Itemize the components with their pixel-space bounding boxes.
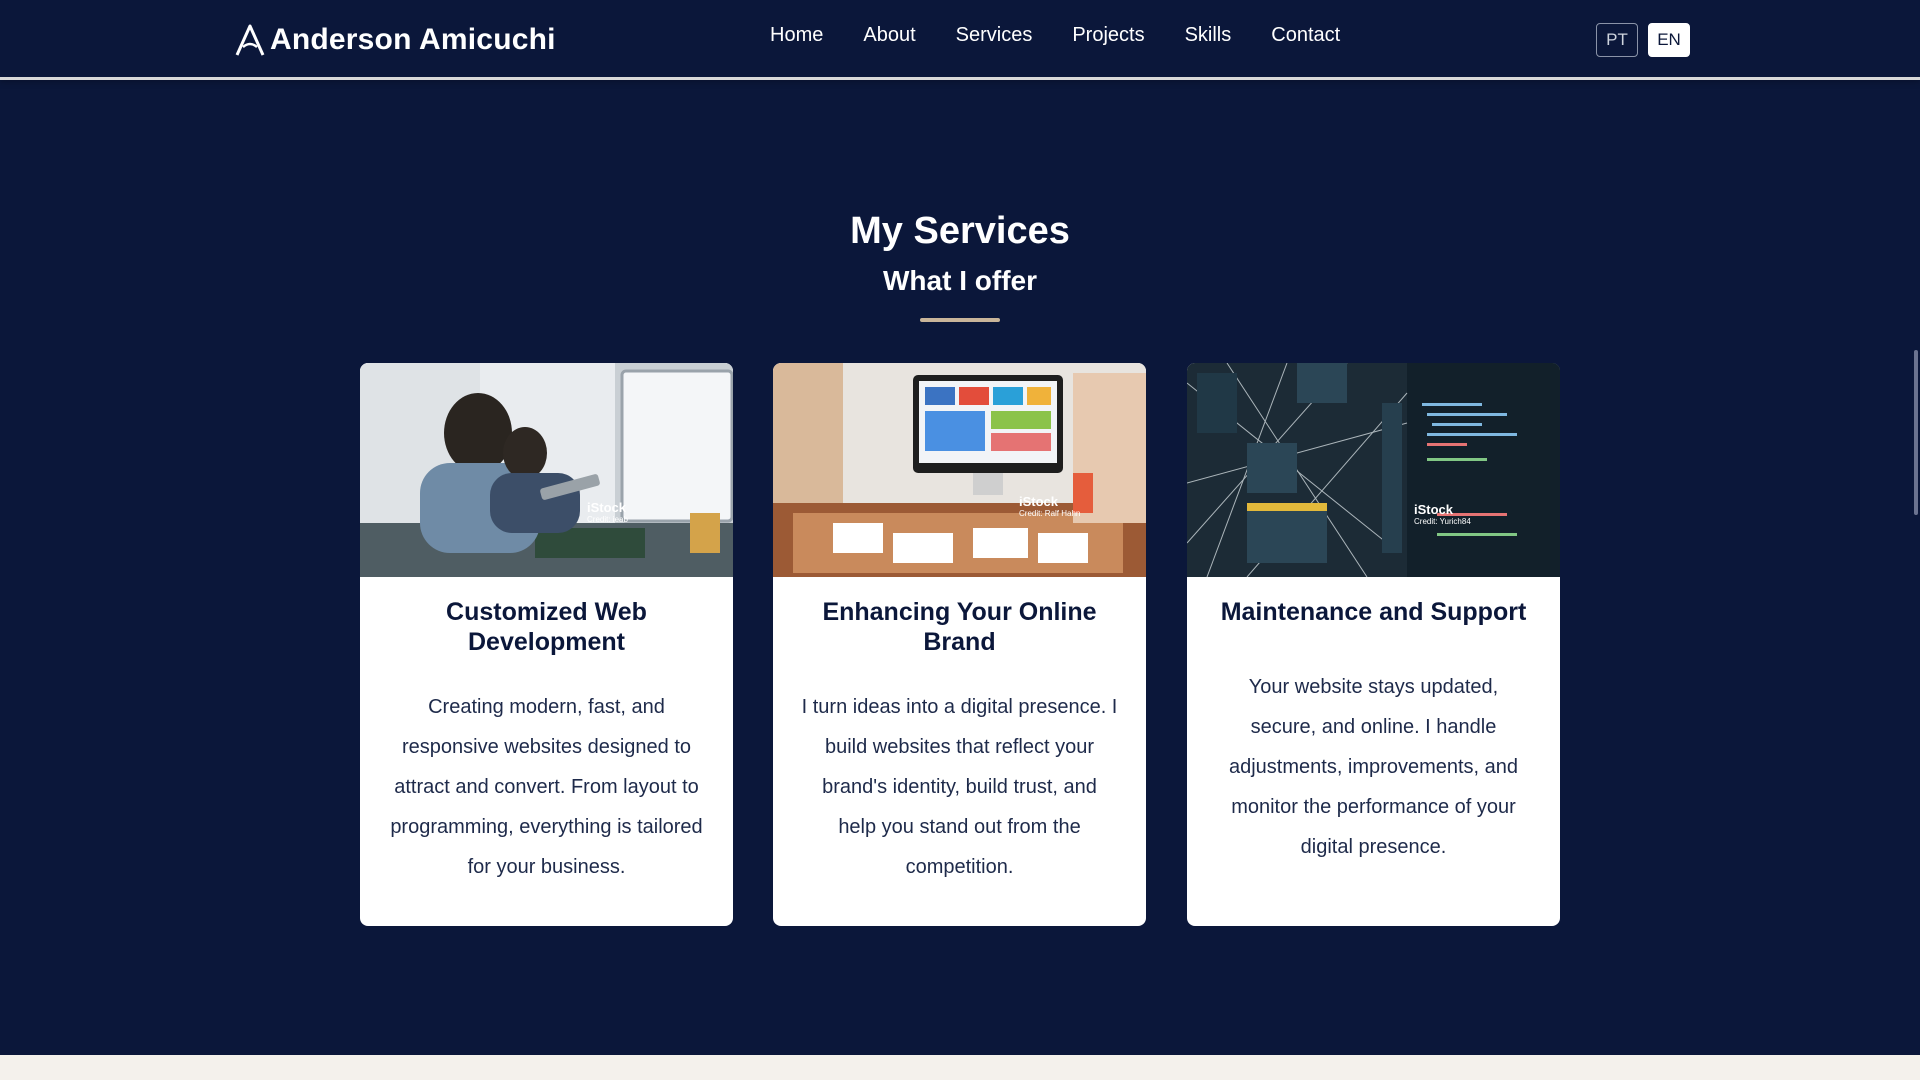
service-image-web-development: iStock Credit: ieab [360,363,733,577]
brand-logo[interactable]: Anderson Amicuchi [234,20,556,60]
service-image-online-brand: iStock Credit: Ralf Hahn [773,363,1146,577]
scrollbar-thumb[interactable] [1914,350,1918,515]
nav-skills[interactable]: Skills [1185,24,1232,47]
nav-projects[interactable]: Projects [1072,24,1144,47]
service-description: Creating modern, fast, and responsive we… [390,696,703,878]
service-card-web-development: iStock Credit: ieab Customized Web Devel… [360,363,733,926]
navbar: Anderson Amicuchi Home About Services Pr… [0,0,1920,80]
title-divider [920,318,1000,322]
service-title: Customized Web Development [446,598,647,656]
nav-home[interactable]: Home [770,24,823,47]
nav-about[interactable]: About [863,24,915,47]
service-card-maintenance: iStock Credit: Yurich84 Maintenance and … [1187,363,1560,926]
lang-pt-button[interactable]: PT [1596,23,1638,57]
image-watermark: iStock Credit: Yurich84 [1414,502,1471,526]
language-switcher: PT EN [1596,23,1690,57]
service-card-online-brand: iStock Credit: Ralf Hahn Enhancing Your … [773,363,1146,926]
image-watermark: iStock Credit: ieab [587,500,628,524]
service-description: I turn ideas into a digital presence. I … [801,696,1118,878]
service-description: Your website stays updated, secure, and … [1228,676,1519,858]
image-watermark: iStock Credit: Ralf Hahn [1019,494,1081,518]
a-logo-icon [235,24,265,56]
nav-contact[interactable]: Contact [1271,24,1340,47]
section-subtitle: What I offer [883,265,1037,296]
lang-en-button[interactable]: EN [1648,23,1690,57]
service-image-maintenance: iStock Credit: Yurich84 [1187,363,1560,577]
brand-name: Anderson Amicuchi [270,23,556,56]
section-title: My Services [850,210,1070,252]
service-title: Enhancing Your Online Brand [822,598,1097,656]
service-title: Maintenance and Support [1220,598,1527,626]
next-section-edge [0,1055,1920,1080]
nav-services[interactable]: Services [956,24,1033,47]
main-nav: Home About Services Projects Skills Cont… [770,24,1340,47]
